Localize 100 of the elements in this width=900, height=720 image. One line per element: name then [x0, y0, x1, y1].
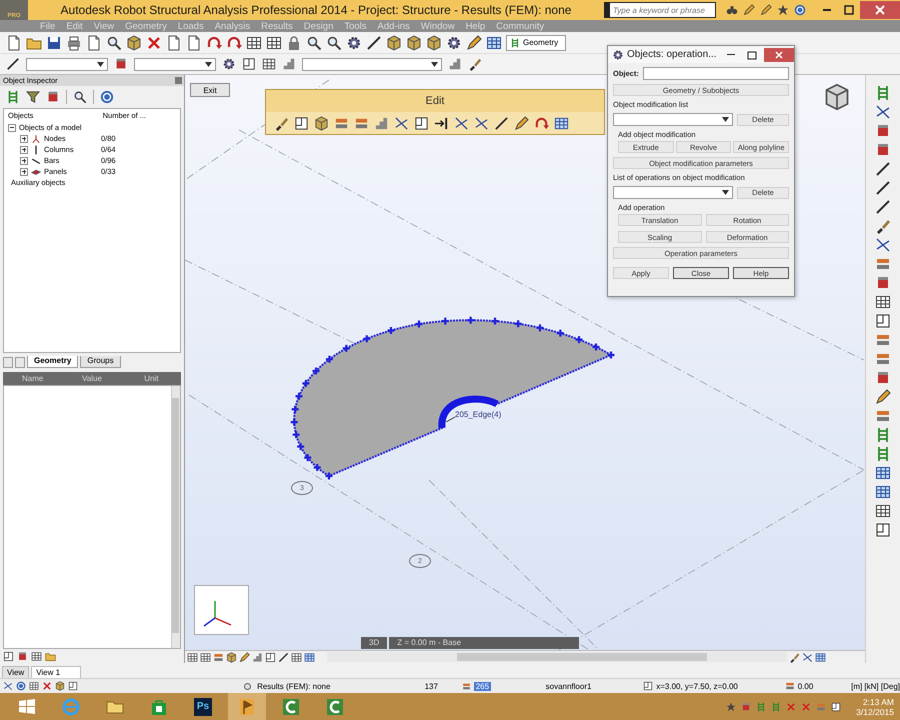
crate-icon[interactable]	[875, 123, 891, 139]
pencil-icon[interactable]	[514, 116, 529, 130]
crate-icon[interactable]	[875, 370, 891, 386]
brush-icon[interactable]	[875, 218, 891, 234]
taskbar-button[interactable]	[228, 693, 266, 720]
pencil-icon[interactable]	[466, 34, 482, 50]
crate-icon[interactable]	[114, 57, 128, 71]
diagonal-line-icon[interactable]	[875, 180, 891, 196]
padlock-icon[interactable]	[286, 34, 302, 50]
scrollbar[interactable]	[171, 386, 180, 648]
gear-icon[interactable]	[346, 34, 362, 50]
crossing-lines-icon[interactable]	[3, 681, 13, 691]
cube-icon[interactable]	[823, 83, 851, 111]
gear-icon[interactable]	[446, 34, 462, 50]
tree-toggle[interactable]	[20, 156, 28, 164]
binoculars-icon[interactable]	[726, 4, 738, 16]
dropdown-field[interactable]	[302, 58, 442, 70]
frame-icon[interactable]	[294, 116, 309, 130]
brush-icon[interactable]	[274, 116, 289, 130]
table-icon[interactable]	[554, 116, 569, 130]
crossing-lines-icon[interactable]	[875, 237, 891, 253]
frame-icon[interactable]	[831, 702, 842, 712]
cube-icon[interactable]	[386, 34, 402, 50]
crate-icon[interactable]	[46, 90, 60, 104]
diagonal-line-icon[interactable]	[6, 57, 20, 71]
beam-icon[interactable]	[875, 351, 891, 367]
crossing-lines-icon[interactable]	[802, 652, 813, 662]
ladder-icon[interactable]	[875, 427, 891, 443]
table-icon[interactable]	[875, 465, 891, 481]
panel-drawing[interactable]	[290, 316, 616, 481]
grid-icon[interactable]	[246, 34, 262, 50]
tree-toggle[interactable]	[20, 134, 28, 142]
dropdown-field[interactable]	[613, 113, 733, 126]
dropdown-field[interactable]	[613, 186, 733, 199]
table-icon[interactable]	[486, 34, 502, 50]
help-icon[interactable]	[16, 681, 26, 691]
cube-icon[interactable]	[406, 34, 422, 50]
grid-icon[interactable]	[200, 652, 211, 662]
funnel-icon[interactable]	[26, 90, 40, 104]
pencil-icon[interactable]	[743, 4, 755, 16]
exit-button[interactable]: Exit	[190, 83, 230, 97]
dropdown-field[interactable]	[26, 58, 108, 70]
cube-icon[interactable]	[126, 34, 142, 50]
layout-dropdown[interactable]: Geometry	[506, 34, 566, 50]
ladder-icon[interactable]	[875, 85, 891, 101]
panel-tab[interactable]: Groups	[80, 356, 121, 368]
help-icon[interactable]	[100, 90, 114, 104]
frame-icon[interactable]	[414, 116, 429, 130]
stairs-icon[interactable]	[282, 57, 296, 71]
view-tab[interactable]: View 1	[31, 666, 82, 678]
search-icon[interactable]	[73, 90, 87, 104]
arrow-to-bar-icon[interactable]	[434, 116, 449, 130]
gear-icon[interactable]	[222, 57, 236, 71]
grid-icon[interactable]	[266, 34, 282, 50]
close-button[interactable]	[860, 1, 900, 19]
grid-icon[interactable]	[291, 652, 302, 662]
frame-icon[interactable]	[265, 652, 276, 662]
table-icon[interactable]	[815, 652, 826, 662]
taskbar-button[interactable]: Ps	[184, 693, 222, 720]
cross-icon[interactable]	[42, 681, 52, 691]
grid-icon[interactable]	[29, 681, 39, 691]
ladder-icon[interactable]	[6, 90, 20, 104]
crate-icon[interactable]	[17, 650, 28, 662]
frame-icon[interactable]	[68, 681, 78, 691]
diagonal-line-icon[interactable]	[875, 199, 891, 215]
pencil-icon[interactable]	[875, 389, 891, 405]
search-icon[interactable]	[106, 34, 122, 50]
table-icon[interactable]	[304, 652, 315, 662]
page-icon[interactable]	[86, 34, 102, 50]
printer-icon[interactable]	[66, 34, 82, 50]
cube-icon[interactable]	[55, 681, 65, 691]
crossing-lines-icon[interactable]	[875, 104, 891, 120]
help-icon[interactable]	[794, 4, 806, 16]
beam-icon[interactable]	[213, 652, 224, 662]
star-icon[interactable]	[777, 4, 789, 16]
grid-icon[interactable]	[875, 294, 891, 310]
dropdown-field[interactable]	[134, 58, 216, 70]
cube-icon[interactable]	[226, 652, 237, 662]
crate-icon[interactable]	[875, 142, 891, 158]
scroll-thumb[interactable]	[457, 653, 707, 661]
page-icon[interactable]	[166, 34, 182, 50]
brush-icon[interactable]	[468, 57, 482, 71]
tree-toggle[interactable]	[8, 124, 16, 132]
pencil-icon[interactable]	[760, 4, 772, 16]
curved-arrow-icon[interactable]	[534, 116, 549, 130]
scrollbar[interactable]	[327, 652, 787, 662]
tree-toggle[interactable]	[20, 146, 28, 154]
crossing-lines-icon[interactable]	[474, 116, 489, 130]
crate-icon[interactable]	[875, 275, 891, 291]
grid-icon[interactable]	[262, 57, 276, 71]
object-field[interactable]	[642, 67, 789, 80]
brush-icon[interactable]	[789, 652, 800, 662]
panel-tab[interactable]: Geometry	[27, 356, 78, 368]
star-icon[interactable]	[726, 702, 736, 712]
grid-icon[interactable]	[187, 652, 198, 662]
diagonal-line-icon[interactable]	[278, 652, 289, 662]
frame-icon[interactable]	[242, 57, 256, 71]
table-icon[interactable]	[875, 484, 891, 500]
cube-icon[interactable]	[314, 116, 329, 130]
diagonal-line-icon[interactable]	[366, 34, 382, 50]
